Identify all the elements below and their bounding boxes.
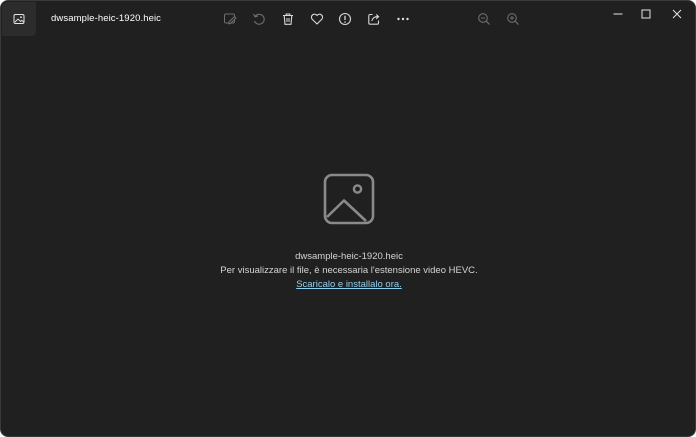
unsupported-file-placeholder: dwsample-heic-1920.heic Per visualizzare…	[1, 1, 695, 436]
image-placeholder-icon	[323, 173, 375, 225]
photos-app-window: dwsample-heic-1920.heic dwsample-heic-19…	[0, 0, 696, 437]
codec-required-message: Per visualizzare il file, è necessaria l…	[220, 265, 478, 276]
download-extension-link[interactable]: Scaricalo e installalo ora.	[1, 279, 695, 290]
placeholder-file-name: dwsample-heic-1920.heic	[295, 251, 403, 262]
